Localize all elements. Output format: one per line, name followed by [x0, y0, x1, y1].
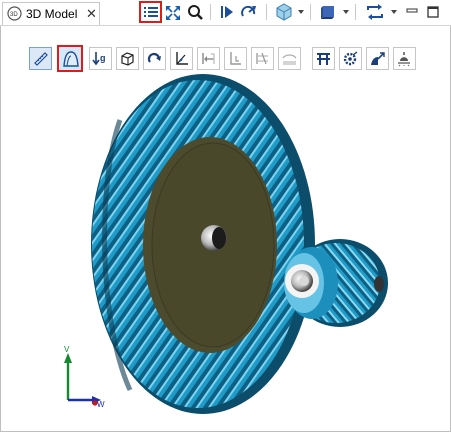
y-axis-label: V	[64, 345, 70, 354]
pinion-gear	[284, 239, 388, 327]
axis-triad: V W	[64, 345, 105, 409]
large-bevel-gear	[91, 74, 315, 414]
shaft	[201, 225, 227, 251]
x-axis-label: W	[97, 400, 105, 409]
